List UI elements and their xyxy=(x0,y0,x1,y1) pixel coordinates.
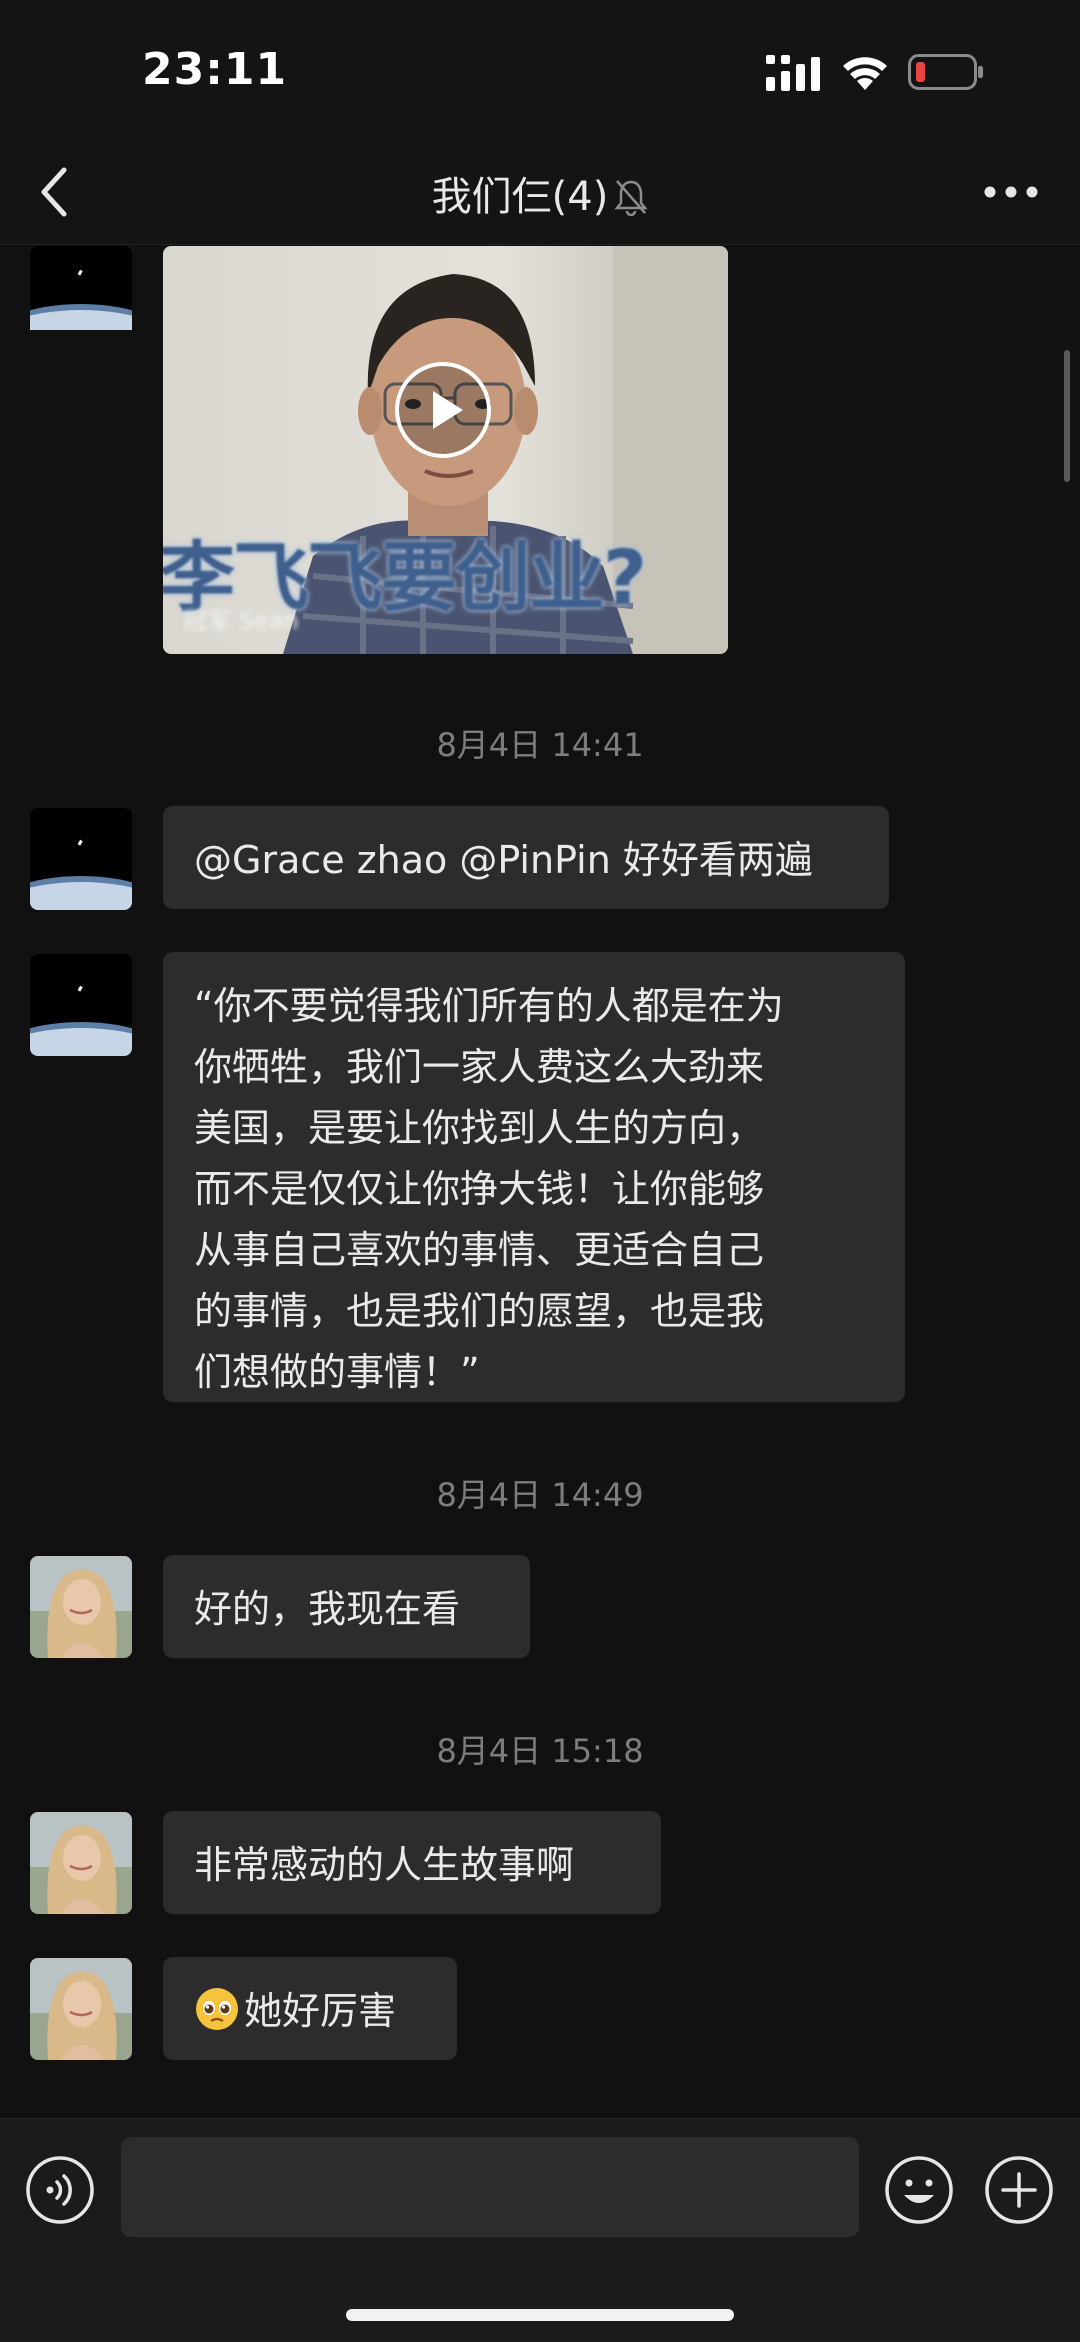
message-text: 她好厉害 xyxy=(244,1989,397,2033)
home-indicator xyxy=(346,2309,734,2321)
scroll-indicator[interactable] xyxy=(1064,350,1070,482)
avatar[interactable] xyxy=(30,808,132,910)
chat-title-text: 我们仨(4) xyxy=(431,174,609,220)
chat-title: 我们仨(4) xyxy=(0,164,1080,222)
wifi-icon xyxy=(843,57,887,90)
message-input[interactable] xyxy=(121,2137,859,2237)
pleading-face-emoji xyxy=(196,1988,238,2030)
avatar[interactable] xyxy=(30,1556,132,1658)
message-bubble[interactable]: @Grace zhao @PinPin 好好看两遍 xyxy=(163,806,889,909)
mute-bell-icon xyxy=(614,180,648,216)
play-icon[interactable] xyxy=(393,360,493,460)
avatar[interactable] xyxy=(30,954,132,1056)
message-bubble[interactable]: 她好厉害 xyxy=(163,1957,457,2060)
timestamp: 8月4日 14:41 xyxy=(436,726,644,764)
avatar[interactable] xyxy=(30,1812,132,1914)
status-bar: 23:11 xyxy=(0,0,1080,140)
avatar[interactable] xyxy=(30,246,132,348)
emoji-icon[interactable] xyxy=(884,2155,954,2225)
timestamp: 8月4日 15:18 xyxy=(436,1732,644,1770)
video-watermark: 冠军 Sean xyxy=(183,607,299,635)
more-icon[interactable] xyxy=(982,184,1040,200)
plus-icon[interactable] xyxy=(984,2155,1054,2225)
message-bubble[interactable]: 好的，我现在看 xyxy=(163,1555,530,1658)
avatar[interactable] xyxy=(30,1958,132,2060)
chat-header: 我们仨(4) xyxy=(0,140,1080,245)
video-message[interactable]: 李飞飞要创业? 冠军 Sean xyxy=(163,246,728,654)
input-bar xyxy=(0,2118,1080,2342)
voice-icon[interactable] xyxy=(25,2155,95,2225)
message-bubble[interactable]: 非常感动的人生故事啊 xyxy=(163,1811,661,1914)
battery-low-icon xyxy=(908,54,983,90)
status-time: 23:11 xyxy=(142,44,288,95)
signal-icon xyxy=(766,55,820,91)
timestamp: 8月4日 14:49 xyxy=(436,1476,644,1514)
message-bubble[interactable]: “你不要觉得我们所有的人都是在为 你牺牲，我们一家人费这么大劲来 美国，是要让你… xyxy=(163,952,905,1402)
